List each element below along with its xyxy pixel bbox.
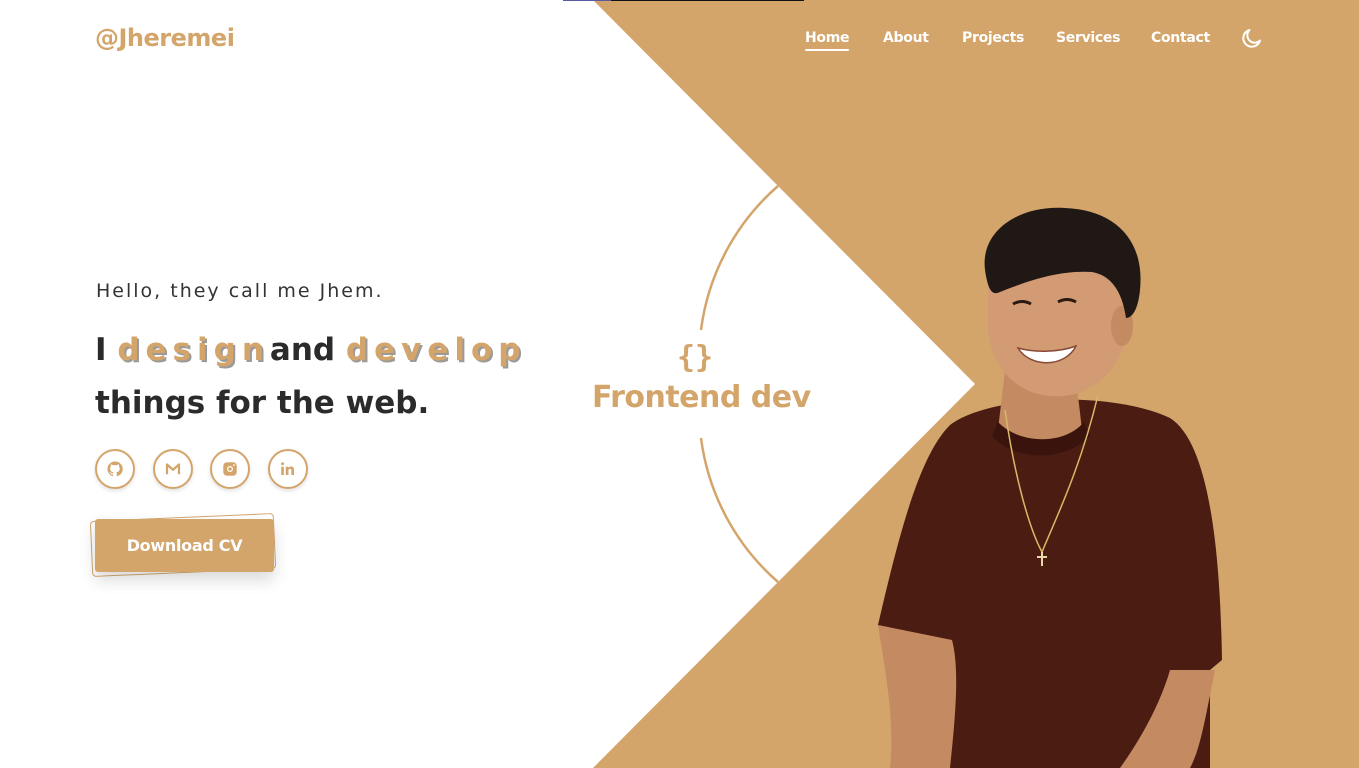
nav-home[interactable]: Home xyxy=(805,30,850,51)
moon-icon[interactable] xyxy=(1240,26,1264,50)
download-cv-wrapper: Download CV xyxy=(89,513,277,577)
code-braces-icon: {} xyxy=(677,340,714,375)
instagram-link[interactable] xyxy=(210,449,250,489)
linkedin-icon xyxy=(281,462,294,475)
nav-about[interactable]: About xyxy=(883,30,929,46)
profile-photo xyxy=(878,207,1222,768)
nav-projects[interactable]: Projects xyxy=(962,30,1024,46)
gmail-link[interactable] xyxy=(153,449,193,489)
nav-services[interactable]: Services xyxy=(1056,30,1120,46)
github-link[interactable] xyxy=(95,449,135,489)
github-icon xyxy=(107,461,123,477)
nav-contact[interactable]: Contact xyxy=(1151,30,1210,46)
role-label: Frontend dev xyxy=(592,380,811,415)
linkedin-link[interactable] xyxy=(268,449,308,489)
top-accent-line xyxy=(611,0,804,1)
headline-middle: and xyxy=(269,332,336,368)
instagram-icon xyxy=(223,462,237,476)
hero-headline: I designand develop things for the web. xyxy=(95,324,526,430)
top-accent-line xyxy=(563,0,611,1)
main-nav: Home About Projects Services Contact xyxy=(0,30,1359,52)
download-cv-button[interactable]: Download CV xyxy=(95,519,274,572)
headline-accent-develop: develop xyxy=(345,332,527,368)
headline-accent-design: design xyxy=(117,332,270,368)
headline-line-2: things for the web. xyxy=(95,385,430,421)
hero-greeting: Hello, they call me Jhem. xyxy=(96,280,384,302)
headline-line-1: I designand develop xyxy=(95,324,526,377)
headline-prefix: I xyxy=(95,332,107,368)
gmail-icon xyxy=(165,463,181,475)
